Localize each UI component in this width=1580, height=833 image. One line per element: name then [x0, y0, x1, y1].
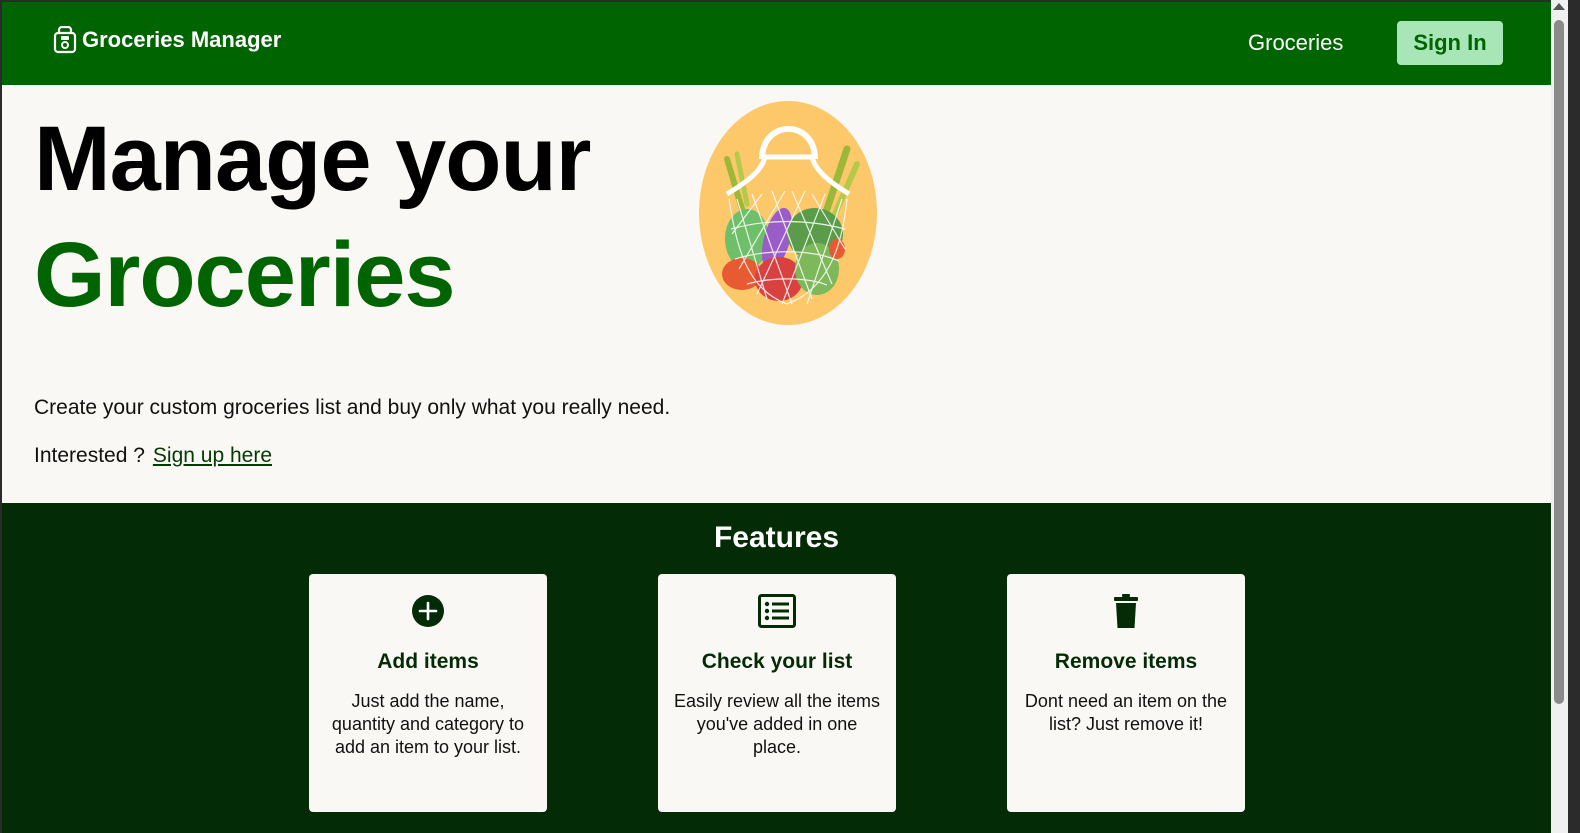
feature-card-add-items: Add items Just add the name, quantity an…	[309, 574, 547, 812]
trash-icon	[1114, 594, 1138, 628]
scroll-up-arrow-icon[interactable]	[1553, 3, 1565, 10]
feature-card-check-list: Check your list Easily review all the it…	[658, 574, 896, 812]
feature-card-remove-items: Remove items Dont need an item on the li…	[1007, 574, 1245, 812]
brand-name: Groceries Manager	[82, 27, 282, 52]
page-viewport: Groceries Manager Groceries Sign In Mana…	[2, 2, 1551, 833]
hero-headline-line1: Manage your	[34, 108, 591, 210]
grocery-net-bag-illustration	[699, 101, 877, 325]
nav-link-groceries[interactable]: Groceries	[1248, 30, 1343, 56]
features-section: Features Add items Just add the name, qu…	[2, 503, 1551, 833]
brand-link[interactable]: Groceries Manager	[52, 26, 281, 54]
navbar: Groceries Manager Groceries Sign In	[2, 2, 1551, 85]
sign-up-link[interactable]: Sign up here	[153, 444, 272, 468]
feature-text: Just add the name, quantity and category…	[331, 691, 525, 757]
feature-title: Remove items	[1054, 650, 1198, 673]
feature-title: Check your list	[701, 650, 853, 673]
list-icon	[758, 594, 796, 628]
hero-headline-line2: Groceries	[34, 224, 456, 326]
cta-prefix: Interested ?	[34, 444, 145, 467]
hero-cta: Interested ? Sign up here	[34, 444, 272, 468]
grocery-bag-icon	[53, 26, 77, 54]
features-title: Features	[713, 521, 840, 554]
feature-title: Add items	[377, 650, 479, 673]
hero-description: Create your custom groceries list and bu…	[34, 396, 671, 419]
feature-text: Dont need an item on the list? Just remo…	[1024, 691, 1228, 734]
sign-in-button[interactable]: Sign In	[1397, 21, 1503, 65]
plus-circle-icon	[412, 595, 444, 627]
feature-text: Easily review all the items you've added…	[673, 691, 881, 757]
scrollbar-thumb[interactable]	[1554, 20, 1564, 704]
